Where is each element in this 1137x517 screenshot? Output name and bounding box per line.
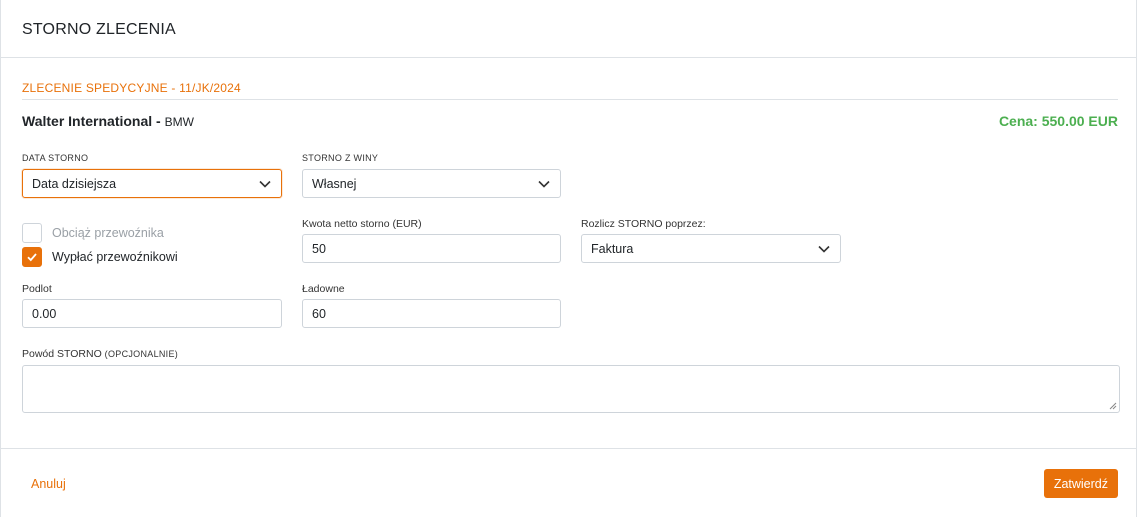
podlot-input[interactable]: 0.00 <box>22 299 282 328</box>
rozlicz-select[interactable]: Faktura <box>581 234 841 263</box>
kwota-label: Kwota netto storno (EUR) <box>302 218 422 230</box>
modal-header: STORNO ZLECENIA <box>1 0 1136 58</box>
ladowne-input[interactable]: 60 <box>302 299 561 328</box>
powod-label: Powód STORNO (OPCJONALNIE) <box>22 348 178 360</box>
price-label: Cena: 550.00 EUR <box>998 113 1118 129</box>
ladowne-label: Ładowne <box>302 283 345 295</box>
ladowne-value: 60 <box>312 306 326 321</box>
pay-carrier-row[interactable]: Wypłać przewoźnikowi <box>22 247 178 267</box>
storno-modal: STORNO ZLECENIA ZLECENIE SPEDYCYJNE - 11… <box>0 0 1137 517</box>
confirm-button[interactable]: Zatwierdź <box>1043 469 1118 498</box>
storno-z-winy-value: Własnej <box>312 176 357 191</box>
chevron-down-icon <box>259 180 271 188</box>
podlot-label: Podlot <box>22 283 52 295</box>
kwota-value: 50 <box>312 241 326 256</box>
powod-label-text: Powód STORNO <box>22 348 102 360</box>
kwota-input[interactable]: 50 <box>302 234 561 263</box>
charge-carrier-label: Obciąż przewoźnika <box>52 226 164 240</box>
powod-textarea[interactable] <box>22 365 1120 413</box>
pay-carrier-checkbox[interactable] <box>22 247 42 267</box>
cancel-button[interactable]: Anuluj <box>22 472 75 496</box>
storno-z-winy-label: STORNO Z WINY <box>302 153 379 163</box>
podlot-value: 0.00 <box>32 306 57 321</box>
charge-carrier-checkbox[interactable] <box>22 223 42 243</box>
rozlicz-value: Faktura <box>591 241 634 256</box>
data-storno-label: DATA STORNO <box>22 153 89 163</box>
storno-z-winy-select[interactable]: Własnej <box>302 169 561 198</box>
chevron-down-icon <box>538 180 550 188</box>
order-section-title: ZLECENIE SPEDYCYJNE - 11/JK/2024 <box>22 81 241 95</box>
data-storno-select[interactable]: Data dzisiejsza <box>22 169 282 198</box>
modal-title: STORNO ZLECENIA <box>22 21 176 38</box>
chevron-down-icon <box>818 245 830 253</box>
footer-divider <box>1 448 1136 449</box>
pay-carrier-label: Wypłać przewoźnikowi <box>52 250 178 264</box>
rozlicz-label: Rozlicz STORNO poprzez: <box>581 218 706 230</box>
client-name-text: Walter International - <box>22 113 161 129</box>
data-storno-value: Data dzisiejsza <box>32 176 117 191</box>
checkmark-icon <box>27 253 37 262</box>
powod-label-hint: (OPCJONALNIE) <box>104 349 179 359</box>
client-name: Walter International - BMW <box>22 113 194 129</box>
client-sub: BMW <box>164 115 194 129</box>
charge-carrier-row[interactable]: Obciąż przewoźnika <box>22 223 164 243</box>
section-divider <box>22 99 1118 100</box>
resize-grip-icon[interactable] <box>1109 402 1117 410</box>
